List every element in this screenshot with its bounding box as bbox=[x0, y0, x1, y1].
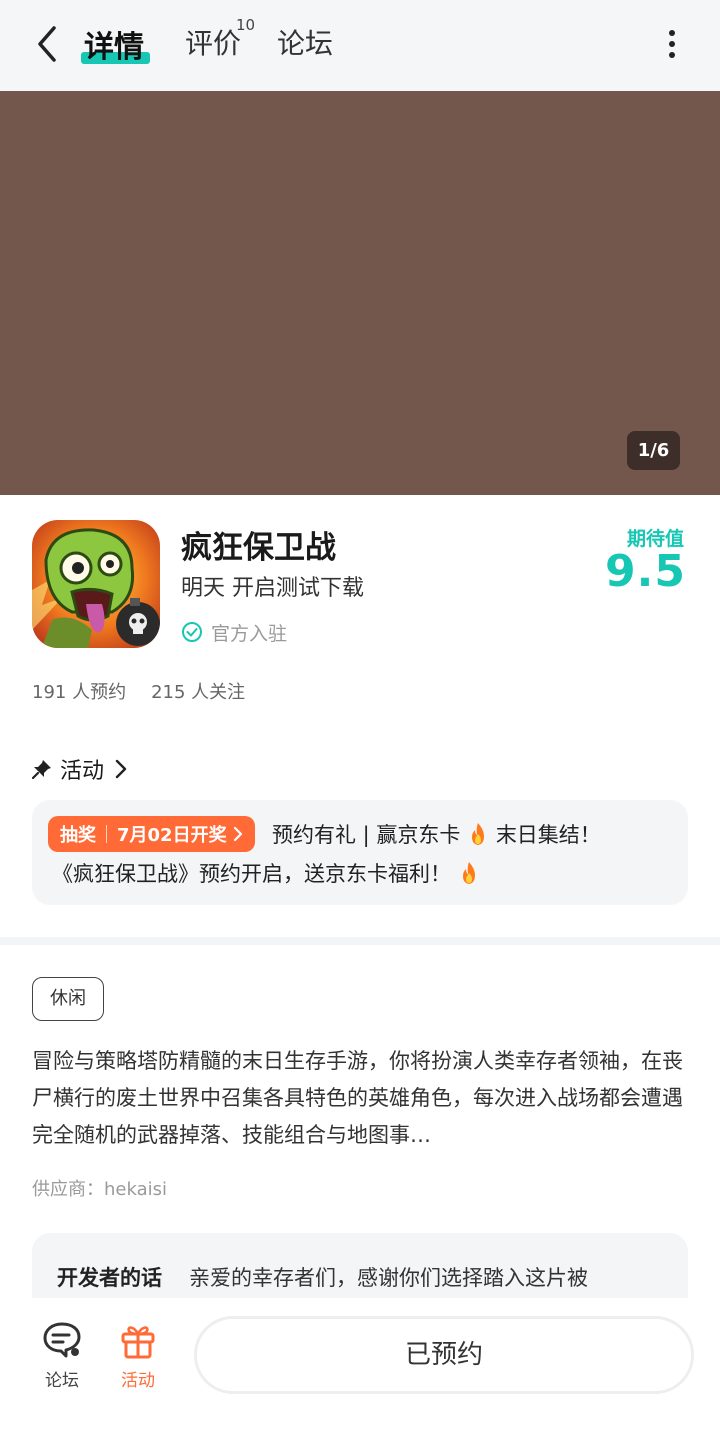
activity-section-header[interactable]: 活动 bbox=[32, 754, 128, 784]
bottom-nav-forum-label: 论坛 bbox=[45, 1371, 79, 1391]
bottom-nav-forum[interactable]: 论坛 bbox=[32, 1320, 92, 1391]
activity-title-line1: 预约有礼 | 赢京东卡 末日集结！ bbox=[272, 819, 601, 849]
bottom-nav-activity[interactable]: 活动 bbox=[108, 1320, 168, 1391]
bottom-nav-activity-label: 活动 bbox=[121, 1371, 155, 1391]
lottery-badge-type: 抽奖 bbox=[60, 825, 96, 846]
reserved-button[interactable]: 已预约 bbox=[194, 1316, 694, 1394]
top-nav-bar: 详情 评价 10 论坛 bbox=[0, 0, 720, 91]
game-app-icon bbox=[32, 520, 160, 648]
activity-section-label: 活动 bbox=[60, 759, 105, 784]
activity-title-text: 预约有礼 | 赢京东卡 bbox=[272, 823, 461, 847]
official-badge: 官方入驻 bbox=[181, 618, 287, 646]
pin-icon bbox=[32, 760, 51, 779]
developer-notes-text: 亲爱的幸存者们，感谢你们选择踏入这片被 bbox=[189, 1266, 588, 1290]
gift-icon bbox=[121, 1326, 155, 1359]
supplier-label: 供应商：hekaisi bbox=[32, 1179, 167, 1200]
tab-forum[interactable]: 论坛 bbox=[277, 22, 333, 62]
chevron-right-icon bbox=[233, 826, 242, 842]
back-arrow-icon[interactable] bbox=[30, 24, 66, 64]
media-page-counter: 1/6 bbox=[627, 431, 680, 470]
fire-icon bbox=[472, 823, 485, 845]
anticipation-score: 9.5 bbox=[605, 546, 686, 597]
more-vertical-icon[interactable] bbox=[656, 24, 688, 64]
developer-notes-label: 开发者的话 bbox=[57, 1266, 162, 1290]
review-count-badge: 10 bbox=[236, 16, 256, 34]
lottery-badge[interactable]: 抽奖 7月02日开奖 bbox=[48, 816, 255, 852]
official-label: 官方入驻 bbox=[211, 622, 288, 645]
activity-subtitle-text: 《疯狂保卫战》预约开启，送京东卡福利！ bbox=[52, 862, 451, 886]
media-gallery[interactable]: 1/6 bbox=[0, 91, 720, 495]
lottery-badge-date: 7月02日开奖 bbox=[117, 825, 227, 846]
activity-title-line2: 《疯狂保卫战》预约开启，送京东卡福利！ bbox=[52, 858, 480, 888]
game-release-status: 明天 开启测试下载 bbox=[181, 576, 364, 601]
activity-card[interactable]: 抽奖 7月02日开奖 预约有礼 | 赢京东卡 末日集结！ 《疯狂保卫战》预约开启… bbox=[32, 800, 688, 905]
section-divider bbox=[0, 937, 720, 945]
reservation-count: 191 人预约 bbox=[32, 682, 127, 703]
forum-chat-icon bbox=[43, 1322, 81, 1358]
genre-tag[interactable]: 休闲 bbox=[32, 977, 104, 1021]
tab-detail[interactable]: 详情 bbox=[84, 22, 144, 66]
game-description[interactable]: 冒险与策略塔防精髓的末日生存手游，你将扮演人类幸存者领袖，在丧尸横行的废土世界中… bbox=[32, 1043, 688, 1154]
chevron-right-icon bbox=[115, 759, 127, 779]
activity-title-tail: 末日集结！ bbox=[495, 823, 601, 847]
game-title: 疯狂保卫战 bbox=[181, 530, 336, 566]
badge-divider bbox=[106, 825, 107, 843]
verified-check-icon bbox=[182, 622, 202, 642]
bottom-action-bar: 论坛 活动 已预约 bbox=[0, 1298, 720, 1443]
fire-icon bbox=[462, 862, 475, 884]
follower-count: 215 人关注 bbox=[151, 682, 246, 703]
game-stats: 191 人预约 215 人关注 bbox=[32, 678, 245, 704]
tab-review[interactable]: 评价 bbox=[185, 22, 241, 62]
